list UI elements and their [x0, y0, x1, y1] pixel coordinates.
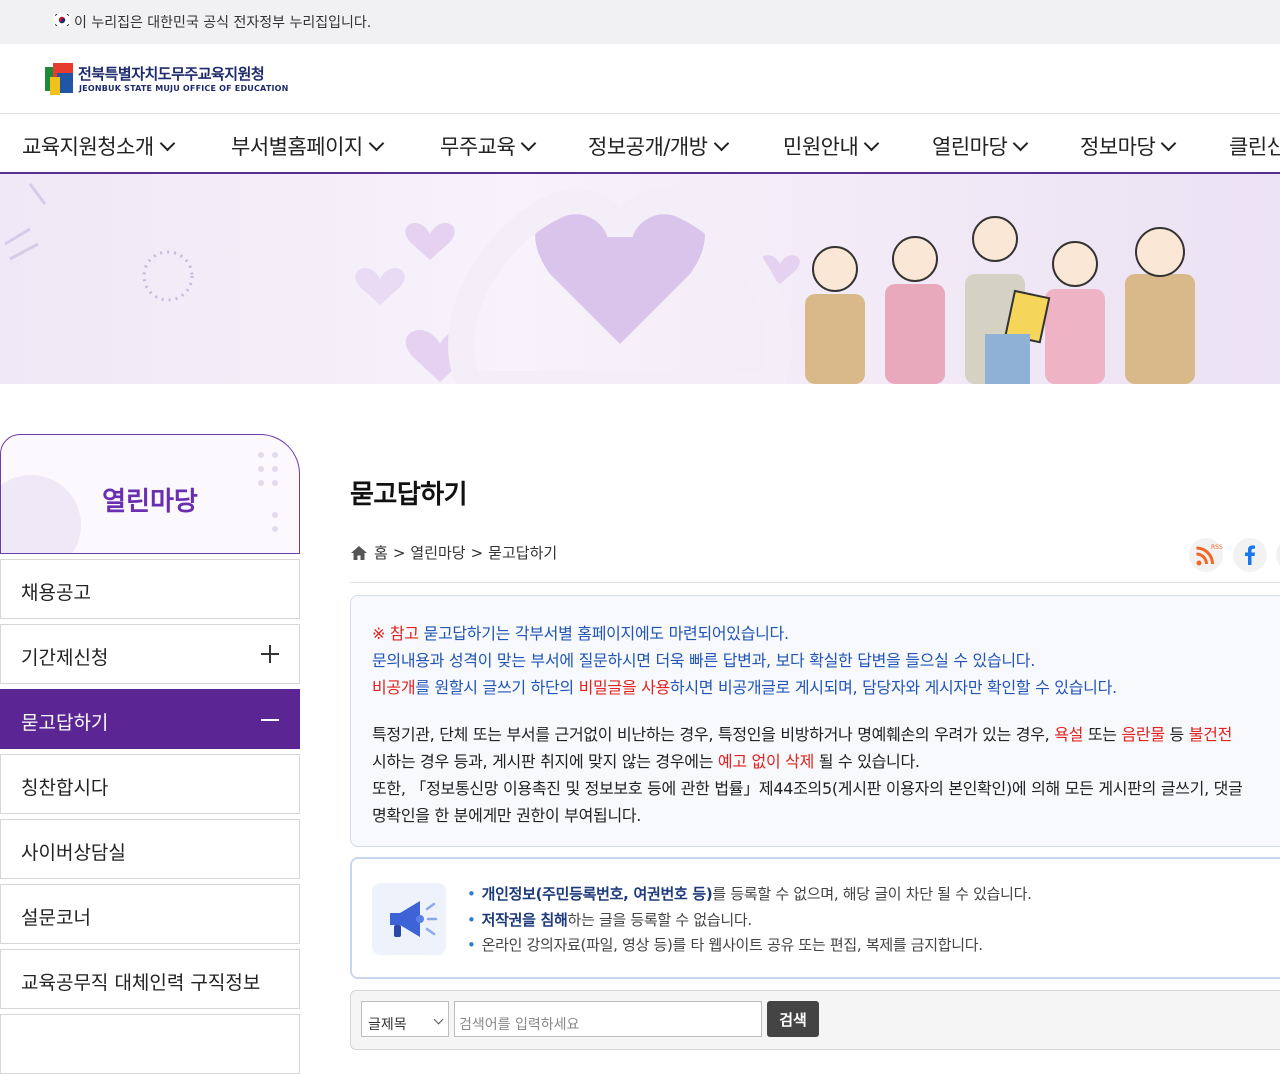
breadcrumb-separator: > — [470, 543, 484, 562]
lnb-title: 열린마당 — [102, 487, 198, 517]
rss-label: RSS — [1211, 544, 1223, 551]
breadcrumb-current: 묻고답하기 — [488, 544, 558, 562]
lnb-item-cyber-counseling[interactable]: 사이버상담실 — [0, 819, 300, 879]
megaphone-icon — [372, 883, 446, 955]
chevron-down-icon — [864, 135, 880, 152]
rss-icon: RSS — [1196, 544, 1223, 566]
chevron-down-icon — [368, 135, 385, 152]
share-button[interactable] — [1276, 538, 1280, 572]
lnb-item-praise[interactable]: 칭찬합시다 — [0, 754, 300, 814]
chevron-down-icon — [159, 135, 176, 152]
breadcrumb-separator: > — [392, 543, 406, 562]
gnb-item-departments[interactable]: 부서별홈페이지 — [231, 131, 385, 161]
gov-banner-text: 이 누리집은 대한민국 공식 전자정부 누리집입니다. — [74, 15, 372, 31]
search-type-select[interactable]: 글제목 — [361, 1001, 449, 1037]
lnb-item-recruitment[interactable]: 채용공고 — [0, 559, 300, 619]
chevron-down-icon — [433, 1014, 444, 1025]
gnb-item-info-disclosure[interactable]: 정보공개/개방 — [588, 131, 729, 161]
lnb-item-qna[interactable]: 묻고답하기 — [0, 689, 300, 749]
lnb-item-temp-application[interactable]: 기간제신청 — [0, 624, 300, 684]
divider — [350, 582, 1280, 583]
chevron-down-icon — [1013, 135, 1029, 152]
lnb-item-substitute-jobs[interactable]: 교육공무직 대체인력 구직정보 — [0, 949, 300, 1009]
lnb-item-next[interactable] — [0, 1014, 300, 1074]
rule-copyright: • 저작권을 침해하는 글을 등록할 수 없습니다. — [467, 911, 752, 929]
gov-banner: 이 누리집은 대한민국 공식 전자정부 누리집입니다. — [0, 0, 1280, 44]
logo-mark-icon — [45, 63, 73, 95]
notice-line-4: 특정기관, 단체 또는 부서를 근거없이 비난하는 경우, 특정인을 비방하거나… — [372, 725, 1233, 744]
posting-rules-box: • 개인정보(주민등록번호, 여권번호 등)를 등록할 수 없으며, 해당 글이 … — [350, 857, 1280, 979]
notice-line-6: 또한, 「정보통신망 이용촉진 및 정보보호 등에 관한 법률」제44조의5(게… — [372, 779, 1243, 798]
minus-icon[interactable] — [261, 719, 279, 721]
notice-line-5: 시하는 경우 등과, 게시판 취지에 맞지 않는 경우에는 예고 없이 삭제 될… — [372, 752, 920, 771]
search-button[interactable]: 검색 — [767, 1001, 819, 1037]
breadcrumb-open-forum[interactable]: 열린마당 — [410, 542, 465, 563]
gnb-item-info-forum[interactable]: 정보마당 — [1080, 131, 1177, 161]
rule-lecture-material: • 온라인 강의자료(파일, 영상 등)를 타 웹사이트 공유 또는 편집, 복제… — [467, 936, 983, 954]
plus-icon[interactable] — [261, 645, 279, 663]
gnb-item-clean[interactable]: 클린신 — [1229, 131, 1280, 161]
breadcrumb-home[interactable]: 홈 — [374, 542, 388, 563]
notice-line-3: 비공개를 원할시 글쓰기 하단의 비밀글을 사용하시면 비공개글로 게시되며, … — [372, 678, 1117, 697]
lnb-item-survey[interactable]: 설문코너 — [0, 884, 300, 944]
sub-visual-banner — [0, 174, 1280, 384]
logo-name-en: JEONBUK STATE MUJU OFFICE OF EDUCATION — [79, 84, 289, 93]
chevron-down-icon — [521, 135, 537, 152]
rss-button[interactable]: RSS — [1189, 538, 1223, 572]
chevron-down-icon — [1161, 135, 1177, 152]
board-notice-box: ※ 참고 묻고답하기는 각부서별 홈페이지에도 마련되어있습니다. 문의내용과 … — [350, 595, 1280, 847]
facebook-icon — [1245, 545, 1255, 565]
site-header: 전북특별자치도무주교육지원청 JEONBUK STATE MUJU OFFICE… — [0, 44, 1280, 114]
gnb-item-muju-education[interactable]: 무주교육 — [440, 131, 537, 161]
search-input[interactable] — [454, 1001, 762, 1037]
notice-line-1: ※ 참고 묻고답하기는 각부서별 홈페이지에도 마련되어있습니다. — [372, 624, 789, 643]
logo-name-kr: 전북특별자치도무주교육지원청 — [78, 65, 265, 83]
facebook-share-button[interactable] — [1233, 538, 1267, 572]
lnb-title-box: 열린마당 — [0, 434, 300, 554]
breadcrumb: 홈 > 열린마당 > 묻고답하기 — [350, 542, 557, 563]
chevron-down-icon — [713, 135, 729, 152]
main-navigation: 교육지원청소개 부서별홈페이지 무주교육 정보공개/개방 민원안내 열린마당 정… — [0, 114, 1280, 174]
notice-line-7: 명확인을 한 분에게만 권한이 부여됩니다. — [372, 806, 642, 825]
gnb-item-intro[interactable]: 교육지원청소개 — [22, 131, 176, 161]
home-icon[interactable] — [350, 545, 368, 561]
gnb-item-civil-service[interactable]: 민원안내 — [783, 131, 880, 161]
gnb-item-open-forum[interactable]: 열린마당 — [932, 131, 1029, 161]
korea-flag-icon — [53, 13, 71, 27]
rule-personal-info: • 개인정보(주민등록번호, 여권번호 등)를 등록할 수 없으며, 해당 글이 … — [467, 885, 1032, 903]
board-search-bar: 글제목 검색 — [350, 990, 1280, 1050]
notice-line-2: 문의내용과 성격이 맞는 부서에 질문하시면 더욱 빠른 답변과, 보다 확실한… — [372, 651, 1036, 670]
page-title: 묻고답하기 — [350, 480, 468, 510]
site-logo[interactable]: 전북특별자치도무주교육지원청 JEONBUK STATE MUJU OFFICE… — [45, 63, 288, 97]
banner-illustration — [4, 183, 1195, 384]
